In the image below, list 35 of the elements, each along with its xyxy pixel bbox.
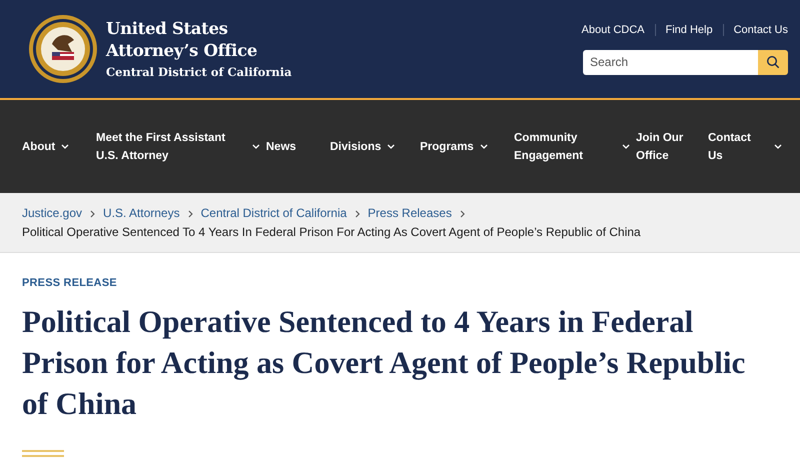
search-icon bbox=[766, 55, 780, 69]
nav-menu-item[interactable]: Programs bbox=[420, 138, 514, 156]
chevron-right-icon bbox=[188, 210, 193, 218]
nav-menu-item[interactable]: Contact Us bbox=[708, 128, 788, 164]
chevron-down-icon bbox=[61, 144, 70, 150]
office-title: United States Attorney’s Office bbox=[106, 18, 258, 62]
chevron-down-icon bbox=[622, 144, 630, 150]
utility-link[interactable]: Contact Us bbox=[722, 24, 788, 36]
utility-link[interactable]: About CDCA bbox=[572, 24, 654, 36]
nav-menu-item[interactable]: News bbox=[266, 138, 330, 156]
utility-link[interactable]: Find Help bbox=[654, 24, 723, 36]
breadcrumb-link[interactable]: Press Releases bbox=[368, 206, 452, 220]
chevron-right-icon bbox=[90, 210, 96, 218]
nav-menu-item[interactable]: Meet the First Assistant U.S. Attorney bbox=[96, 128, 266, 164]
search-field[interactable]: Search bbox=[583, 50, 758, 74]
breadcrumb-link[interactable]: Central District of California bbox=[200, 206, 347, 220]
nav-menu-item[interactable]: About bbox=[22, 138, 96, 156]
chevron-right-icon bbox=[460, 210, 465, 218]
nav-menu-item[interactable]: Join Our Office bbox=[636, 128, 708, 164]
chevron-down-icon bbox=[480, 144, 488, 150]
breadcrumb-link[interactable]: U.S. Attorneys bbox=[103, 206, 180, 220]
decorative-rule bbox=[22, 450, 64, 457]
breadcrumb-link[interactable]: Justice.gov bbox=[22, 206, 82, 220]
nav-menu-item[interactable]: Community Engagement bbox=[514, 128, 636, 164]
chevron-down-icon bbox=[252, 144, 260, 150]
chevron-down-icon bbox=[387, 144, 396, 150]
nav-menu-item[interactable]: Divisions bbox=[330, 138, 420, 156]
chevron-down-icon bbox=[774, 144, 782, 150]
district-subtitle: Central District of California bbox=[106, 64, 292, 80]
chevron-right-icon bbox=[354, 210, 360, 218]
article-type-label: PRESS RELEASE bbox=[22, 277, 118, 289]
search-button[interactable] bbox=[758, 50, 788, 74]
seal-icon bbox=[28, 14, 98, 84]
breadcrumb-current: Political Operative Sentenced To 4 Years In Federal Prison For Acting As Covert Agent of People’s Republic of China bbox=[22, 224, 642, 241]
article-title: Political Operative Sentenced to 4 Years in Federal Prison for Acting as Covert Agent of People’s Republic of China bbox=[22, 303, 746, 423]
